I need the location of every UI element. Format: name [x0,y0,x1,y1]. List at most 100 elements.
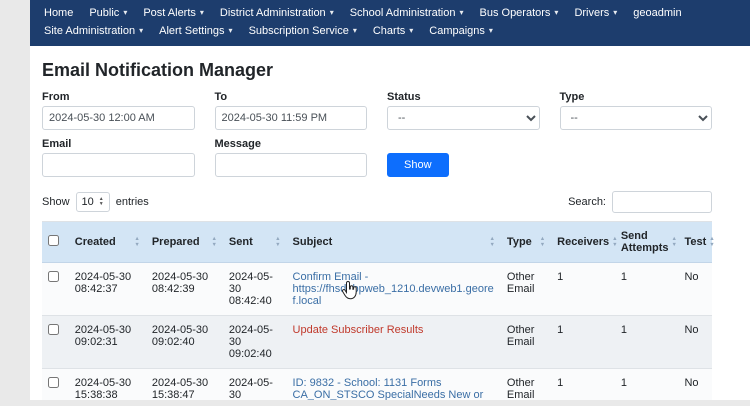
row-checkbox[interactable] [48,324,59,335]
subject-link[interactable]: Confirm Email - https://fhsd_bpweb_1210.… [293,271,494,307]
chevron-down-icon: ▾ [123,9,127,17]
nav-item-drivers[interactable]: Drivers ▾ [574,7,617,19]
nav-item-public[interactable]: Public ▾ [89,7,127,19]
nav-item-subscription-service[interactable]: Subscription Service ▾ [249,25,357,37]
cell-prepared: 2024-05-30 15:38:47 [146,369,223,401]
select-all-checkbox[interactable] [48,235,59,246]
cell-created: 2024-05-30 09:02:31 [69,316,146,369]
page-size-value: 10 [82,196,94,208]
nav-item-label: Site Administration [44,25,135,37]
row-checkbox[interactable] [48,377,59,388]
nav-item-label: Bus Operators [480,7,551,19]
chevron-down-icon: ▾ [229,27,233,35]
nav-item-label: Alert Settings [159,25,224,37]
cell-test: No [678,369,712,401]
from-label: From [42,91,195,103]
show-button[interactable]: Show [387,153,449,177]
cell-receivers: 1 [551,369,615,401]
cell-send-attempts: 1 [615,263,679,316]
filter-actions: Show [387,130,540,177]
table-row: 2024-05-30 09:02:31 2024-05-30 09:02:40 … [42,316,712,369]
chevron-down-icon: ▾ [554,9,558,17]
nav-item-alert-settings[interactable]: Alert Settings ▾ [159,25,232,37]
email-label: Email [42,138,195,150]
cell-test: No [678,263,712,316]
to-label: To [215,91,368,103]
to-input[interactable] [215,106,368,130]
header-subject[interactable]: Subject▲▼ [287,222,501,263]
cell-prepared: 2024-05-30 09:02:40 [146,316,223,369]
type-select[interactable]: -- [560,106,713,130]
filter-spacer [560,130,713,177]
sort-icon: ▲▼ [540,236,545,248]
cell-created: 2024-05-30 08:42:37 [69,263,146,316]
nav-item-campaigns[interactable]: Campaigns ▾ [429,25,493,37]
chevron-down-icon: ▾ [139,27,143,35]
nav-item-label: School Administration [350,7,456,19]
nav-item-label: Charts [373,25,405,37]
select-spinner-icon: ▲▼ [99,197,104,207]
cell-subject: Confirm Email - https://fhsd_bpweb_1210.… [287,263,501,316]
message-input[interactable] [215,153,368,177]
nav-item-post-alerts[interactable]: Post Alerts ▾ [143,7,204,19]
table-row: 2024-05-30 08:42:37 2024-05-30 08:42:39 … [42,263,712,316]
nav-item-bus-operators[interactable]: Bus Operators ▾ [480,7,559,19]
cell-receivers: 1 [551,263,615,316]
nav-item-label: Home [44,7,73,19]
page-size-select[interactable]: 10 ▲▼ [76,192,110,212]
user-menu[interactable]: geoadmin [633,7,681,19]
cell-test: No [678,316,712,369]
nav-item-district-administration[interactable]: District Administration ▾ [220,7,334,19]
row-checkbox[interactable] [48,271,59,282]
search-input[interactable] [612,191,712,213]
chevron-down-icon: ▾ [200,9,204,17]
filter-from: From [42,83,195,130]
nav-item-home[interactable]: Home [44,7,73,19]
filter-status: Status -- [387,83,540,130]
header-sent[interactable]: Sent▲▼ [223,222,287,263]
filter-email: Email [42,130,195,177]
page-title: Email Notification Manager [42,60,712,81]
header-send-attempts[interactable]: Send Attempts▲▼ [615,222,679,263]
sort-icon: ▲▼ [134,236,139,248]
cell-receivers: 1 [551,316,615,369]
chevron-down-icon: ▾ [613,9,617,17]
user-name: geoadmin [633,7,681,19]
main-navbar: Home Public ▾ Post Alerts ▾ District Adm… [30,0,750,46]
from-input[interactable] [42,106,195,130]
subject-link[interactable]: ID: 9832 - School: 1131 Forms CA_ON_STSC… [293,377,484,400]
chevron-down-icon: ▾ [330,9,334,17]
header-type[interactable]: Type▲▼ [501,222,551,263]
header-test[interactable]: Test▲▼ [678,222,712,263]
search-label: Search: [568,196,606,208]
subject-link[interactable]: Update Subscriber Results [293,324,424,336]
header-select-all [42,222,69,263]
nav-item-label: Subscription Service [249,25,349,37]
nav-item-school-administration[interactable]: School Administration ▾ [350,7,464,19]
status-select[interactable]: -- [387,106,540,130]
header-prepared[interactable]: Prepared▲▼ [146,222,223,263]
cell-sent: 2024-05-30 08:42:40 [223,263,287,316]
nav-item-site-administration[interactable]: Site Administration ▾ [44,25,143,37]
cell-type: Other Email [501,316,551,369]
show-entries-label: Show [42,196,70,208]
main-content: Email Notification Manager From To Statu… [30,46,750,400]
header-created[interactable]: Created▲▼ [69,222,146,263]
cell-send-attempts: 1 [615,316,679,369]
chevron-down-icon: ▾ [353,27,357,35]
table-header-row: Created▲▼ Prepared▲▼ Sent▲▼ Subject▲▼ Ty… [42,222,712,263]
header-receivers[interactable]: Receivers▲▼ [551,222,615,263]
message-label: Message [215,138,368,150]
email-input[interactable] [42,153,195,177]
navbar-row-2: Site Administration ▾ Alert Settings ▾ S… [44,22,736,40]
cell-prepared: 2024-05-30 08:42:39 [146,263,223,316]
table-controls: Show 10 ▲▼ entries Search: [42,191,712,213]
cell-type: Other Email [501,263,551,316]
cell-type: Other Email [501,369,551,401]
app-window: Home Public ▾ Post Alerts ▾ District Adm… [30,0,750,400]
cell-sent: 2024-05-30 15:38:48 [223,369,287,401]
filter-type: Type -- [560,83,713,130]
nav-item-charts[interactable]: Charts ▾ [373,25,413,37]
nav-item-label: Post Alerts [143,7,196,19]
chevron-down-icon: ▾ [409,27,413,35]
